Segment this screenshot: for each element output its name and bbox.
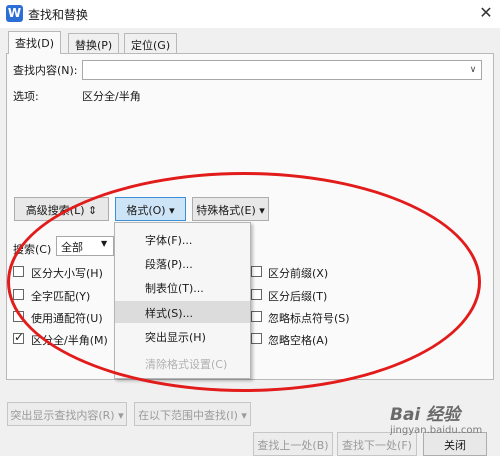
tab-replace[interactable]: 替换(P) [68,33,120,53]
options-label: 选项: [13,90,39,103]
menu-item-clear-format: 清除格式设置(C) [145,358,228,371]
match-prefix-checkbox[interactable] [251,266,262,277]
menu-item-highlight[interactable]: 突出显示(H) [115,325,250,347]
advanced-search-button[interactable]: 高级搜索(L) ⇕ [14,197,109,221]
menu-item-paragraph[interactable]: 段落(P)... [115,252,250,274]
close-icon[interactable]: ✕ [476,3,496,23]
whole-word-checkbox[interactable] [13,289,24,300]
chevron-down-icon[interactable]: ∨ [466,63,480,77]
watermark-url: jingyan.baidu.com [390,425,483,436]
find-label: 查找内容(N): [13,64,78,77]
match-case-checkbox[interactable] [13,266,24,277]
full-half-width-checkbox[interactable] [13,330,24,344]
window-title: 查找和替换 [28,8,89,22]
find-in-button[interactable]: 在以下范围中查找(I) ▾ [134,402,251,426]
format-button[interactable]: 格式(O) ▾ [115,197,186,221]
match-suffix-checkbox[interactable] [251,289,262,300]
wps-app-icon: W [6,5,23,22]
ignore-punctuation-checkbox[interactable] [251,311,262,322]
format-menu: 字体(F)... 段落(P)... 制表位(T)... 样式(S)... 突出显… [114,222,251,379]
ignore-space-label[interactable]: 忽略空格(A) [268,332,328,348]
find-input[interactable] [82,60,482,80]
match-prefix-label[interactable]: 区分前缀(X) [268,265,328,281]
tab-find[interactable]: 查找(D) [8,31,62,54]
menu-item-style[interactable]: 样式(S)... [115,301,250,323]
match-case-label[interactable]: 区分大小写(H) [31,265,103,281]
baidu-jingyan-watermark: Bai 经验 jingyan.baidu.com [390,400,500,455]
options-value: 区分全/半角 [82,90,141,103]
ignore-space-checkbox[interactable] [251,333,262,344]
find-previous-button[interactable]: 查找上一处(B) [253,432,333,456]
search-scope-label: 搜索(C) [13,243,52,256]
highlight-results-button[interactable]: 突出显示查找内容(R) ▾ [7,402,127,426]
special-format-button[interactable]: 特殊格式(E) ▾ [192,197,269,221]
chevron-down-icon[interactable]: ▼ [101,239,107,248]
whole-word-label[interactable]: 全字匹配(Y) [31,288,90,304]
match-suffix-label[interactable]: 区分后缀(T) [268,288,327,304]
menu-item-font[interactable]: 字体(F)... [115,228,250,250]
wildcards-label[interactable]: 使用通配符(U) [31,310,103,326]
menu-item-tabs[interactable]: 制表位(T)... [115,276,250,298]
watermark-brand: Bai 经验 [390,405,461,425]
tab-goto[interactable]: 定位(G) [124,33,178,53]
wildcards-checkbox[interactable] [13,311,24,322]
ignore-punctuation-label[interactable]: 忽略标点符号(S) [268,310,350,326]
full-half-width-label[interactable]: 区分全/半角(M) [31,332,108,348]
